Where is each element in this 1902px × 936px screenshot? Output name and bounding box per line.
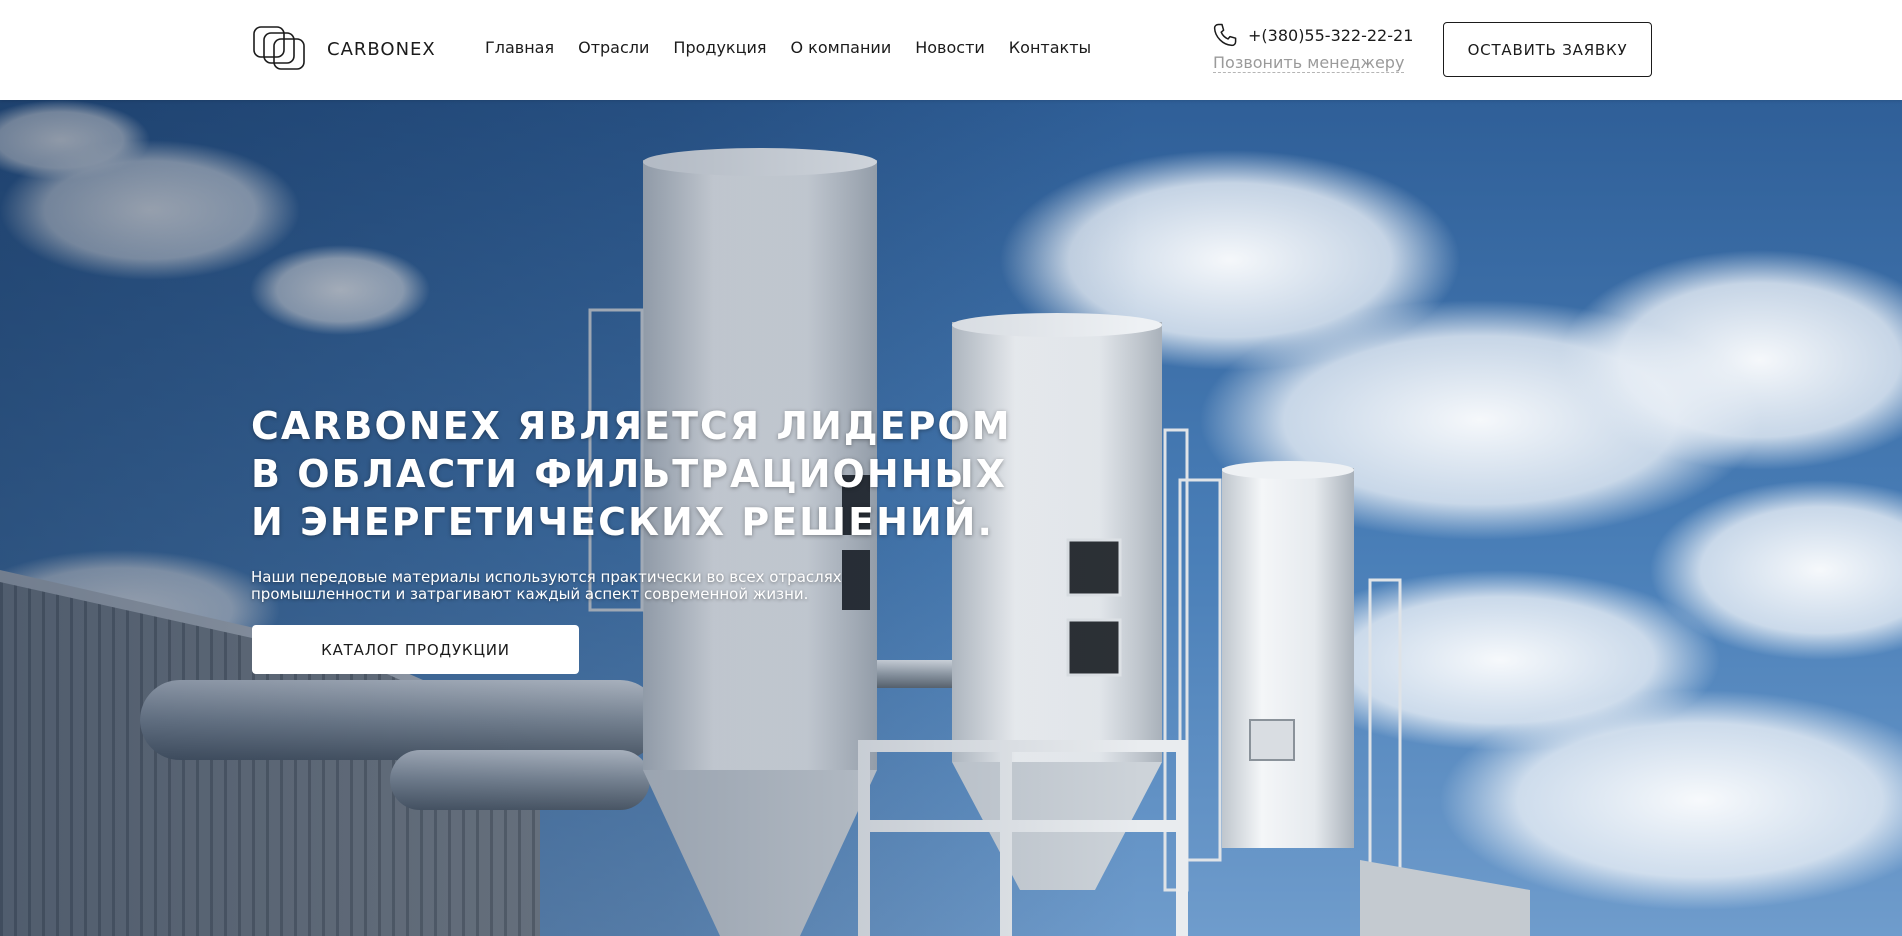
hero-section: CARBONEX ЯВЛЯЕТСЯ ЛИДЕРОМ В ОБЛАСТИ ФИЛЬ… bbox=[0, 100, 1902, 936]
nav-item-industries[interactable]: Отрасли bbox=[578, 38, 649, 57]
nav-item-news[interactable]: Новости bbox=[915, 38, 985, 57]
hero-title-line: В ОБЛАСТИ ФИЛЬТРАЦИОННЫХ bbox=[251, 452, 1008, 496]
logo-link[interactable]: CARBONEX bbox=[251, 22, 436, 76]
header-contact: +(380)55-322-22-21 Позвонить менеджеру bbox=[1211, 21, 1413, 77]
overlapping-squares-logo-icon bbox=[253, 26, 305, 70]
phone-number-link[interactable]: +(380)55-322-22-21 bbox=[1248, 26, 1413, 45]
hero-subtitle-line: промышленности и затрагивают каждый аспе… bbox=[251, 585, 809, 603]
hero-title: CARBONEX ЯВЛЯЕТСЯ ЛИДЕРОМ В ОБЛАСТИ ФИЛЬ… bbox=[251, 402, 1011, 546]
hero-title-line: CARBONEX ЯВЛЯЕТСЯ ЛИДЕРОМ bbox=[251, 404, 1012, 448]
product-catalog-button[interactable]: КАТАЛОГ ПРОДУКЦИИ bbox=[252, 625, 579, 674]
leave-request-button[interactable]: ОСТАВИТЬ ЗАЯВКУ bbox=[1443, 22, 1652, 77]
hero-subtitle-line: Наши передовые материалы используются пр… bbox=[251, 568, 842, 586]
hero-title-line: И ЭНЕРГЕТИЧЕСКИХ РЕШЕНИЙ. bbox=[251, 500, 994, 544]
logo-text: CARBONEX bbox=[327, 38, 436, 60]
phone-icon bbox=[1213, 23, 1237, 47]
nav-item-about[interactable]: О компании bbox=[791, 38, 892, 57]
nav-item-contacts[interactable]: Контакты bbox=[1009, 38, 1091, 57]
main-nav: Главная Отрасли Продукция О компании Нов… bbox=[485, 38, 1115, 57]
nav-item-home[interactable]: Главная bbox=[485, 38, 554, 57]
call-manager-link[interactable]: Позвонить менеджеру bbox=[1213, 54, 1405, 73]
nav-item-products[interactable]: Продукция bbox=[673, 38, 766, 57]
hero-subtitle: Наши передовые материалы используются пр… bbox=[251, 569, 891, 603]
site-header: CARBONEX Главная Отрасли Продукция О ком… bbox=[0, 0, 1902, 100]
